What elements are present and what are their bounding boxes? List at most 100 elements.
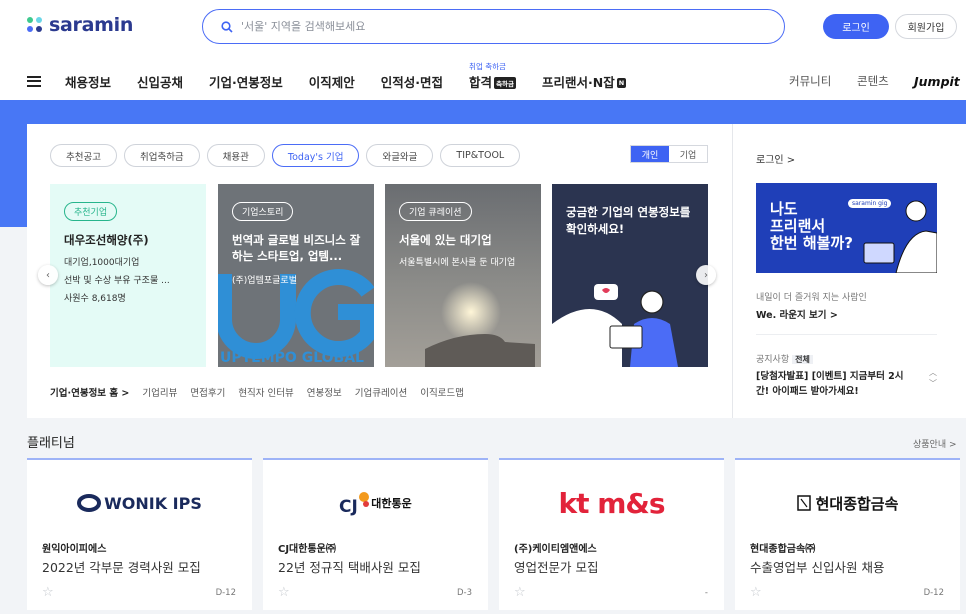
company-logo: kt m&s bbox=[499, 478, 724, 528]
search-icon bbox=[221, 20, 233, 33]
platinum-card[interactable]: CJ 대한통운 CJ대한통운㈜ 22년 정규직 택배사원 모집 ☆ D-3 bbox=[263, 458, 488, 610]
chip-bonus[interactable]: 취업축하금 bbox=[123, 144, 200, 167]
freelancer-illustration bbox=[863, 200, 937, 273]
today-company-panel: 추천공고 취업축하금 채용관 Today's 기업 와글와글 TIP&TOOL … bbox=[27, 124, 966, 418]
card-title: 서울에 있는 대기업 bbox=[399, 233, 492, 247]
sublink-curation[interactable]: 기업큐레이션 bbox=[355, 385, 407, 399]
card-tag: 기업 큐레이션 bbox=[399, 202, 472, 221]
we-lounge-link[interactable]: We. 라운지 보기 > bbox=[756, 307, 838, 321]
carousel-prev-icon[interactable]: ‹ bbox=[38, 265, 58, 285]
nav-item-pass[interactable]: 취업 축하금 합격 축하금 bbox=[469, 62, 517, 91]
login-button[interactable]: 로그인 bbox=[823, 14, 889, 39]
jumpit-logo[interactable]: Jumpit bbox=[914, 62, 960, 100]
notice-tag: 전체 bbox=[792, 355, 813, 364]
company-name: CJ대한통운㈜ bbox=[278, 544, 336, 555]
svg-text:CJ: CJ bbox=[339, 497, 358, 516]
job-title: 수출영업부 신입사원 채용 bbox=[750, 560, 885, 575]
carousel-next-icon[interactable]: › bbox=[696, 265, 716, 285]
category-chips: 추천공고 취업축하금 채용관 Today's 기업 와글와글 TIP&TOOL bbox=[50, 144, 521, 167]
sublink-employee-interviews[interactable]: 현직자 인터뷰 bbox=[238, 385, 293, 399]
nav-item-company-salary[interactable]: 기업·연봉정보 bbox=[209, 72, 283, 91]
platinum-card[interactable]: 현대종합금속 현대종합금속㈜ 수출영업부 신입사원 채용 ☆ D-12 bbox=[735, 458, 960, 610]
nav-item-freelancer[interactable]: 프리랜서·N잡 N bbox=[542, 72, 627, 91]
company-logo-text: kt m&s bbox=[558, 486, 665, 520]
platinum-card[interactable]: kt m&s (주)케이티엠앤에스 영업전문가 모집 ☆ - bbox=[499, 458, 724, 610]
menu-icon[interactable] bbox=[27, 75, 41, 87]
sublink-salary[interactable]: 연봉정보 bbox=[307, 385, 342, 399]
company-name: 현대종합금속㈜ bbox=[750, 544, 816, 555]
job-title: 2022년 각부문 경력사원 모집 bbox=[42, 560, 201, 575]
nav-contents[interactable]: 콘텐츠 bbox=[857, 62, 889, 100]
chip-recommended[interactable]: 추천공고 bbox=[50, 144, 117, 167]
search-bar[interactable] bbox=[202, 9, 785, 44]
card-recommended-company[interactable]: 추천기업 대우조선해양(주) 대기업,1000대기업 선박 및 수상 부유 구조… bbox=[50, 184, 206, 367]
platinum-card[interactable]: WONIK IPS 원익아이피에스 2022년 각부문 경력사원 모집 ☆ D-… bbox=[27, 458, 252, 610]
right-panel: 로그인 > 나도 프리랜서 한번 해볼까? saramin gig 내일이 더 … bbox=[732, 124, 966, 418]
product-info-link[interactable]: 상품안내 > bbox=[913, 437, 957, 450]
card-sub: (주)업템포글로벌 bbox=[232, 276, 297, 286]
notice-text[interactable]: [당첨자발표] [이벤트] 지금부터 2시간! 아이패드 받아가세요! bbox=[756, 369, 916, 399]
card-line: 사원수 8,618명 bbox=[64, 294, 126, 304]
main-nav: 채용정보 신입공채 기업·연봉정보 이직제안 인적성·면접 취업 축하금 합격 축… bbox=[27, 62, 652, 100]
card-curation[interactable]: 기업 큐레이션 서울에 있는 대기업 서울특별시에 본사를 둔 대기업 bbox=[385, 184, 541, 367]
sublink-interview-reviews[interactable]: 면접후기 bbox=[190, 385, 225, 399]
panel-login-link[interactable]: 로그인 > bbox=[756, 151, 795, 166]
dday-badge: D-12 bbox=[215, 588, 236, 598]
star-icon[interactable]: ☆ bbox=[278, 585, 290, 600]
nav-item-new-grad[interactable]: 신입공채 bbox=[137, 72, 183, 91]
chevron-up-icon[interactable]: ︿ bbox=[929, 367, 937, 378]
card-line: 선박 및 수상 부유 구조물 ... bbox=[64, 276, 170, 286]
toggle-company[interactable]: 기업 bbox=[669, 146, 707, 162]
wonik-logo-icon bbox=[77, 494, 102, 512]
cj-logo-icon: CJ bbox=[339, 492, 370, 516]
pass-top-note: 취업 축하금 bbox=[469, 61, 506, 71]
card-sub: 서울특별시에 본사를 둔 대기업 bbox=[399, 258, 516, 268]
card-salary-info[interactable]: 궁금한 기업의 연봉정보를 확인하세요! bbox=[552, 184, 708, 367]
sublink-roadmap[interactable]: 이직로드맵 bbox=[420, 385, 464, 399]
dday-badge: - bbox=[704, 588, 708, 598]
chip-community[interactable]: 와글와글 bbox=[366, 144, 434, 167]
star-icon[interactable]: ☆ bbox=[514, 585, 526, 600]
chip-tip-tool[interactable]: TIP&TOOL bbox=[440, 144, 521, 167]
nav-community[interactable]: 커뮤니티 bbox=[789, 62, 831, 100]
dday-badge: D-3 bbox=[456, 588, 472, 598]
join-button[interactable]: 회원가입 bbox=[895, 14, 957, 39]
chip-recruit-hall[interactable]: 채용관 bbox=[206, 144, 265, 167]
job-title: 영업전문가 모집 bbox=[514, 560, 599, 575]
star-icon[interactable]: ☆ bbox=[750, 585, 762, 600]
platinum-title: 플래티넘 bbox=[27, 436, 75, 451]
ad-subtitle: 내일이 더 즐거워 지는 사람인 bbox=[756, 293, 867, 303]
toggle-personal[interactable]: 개인 bbox=[631, 146, 669, 162]
nav-item-offers[interactable]: 이직제안 bbox=[309, 72, 355, 91]
card-company-story[interactable]: 기업스토리 번역과 글로벌 비즈니스 잘하는 스타트업, 업템... (주)업템… bbox=[218, 184, 374, 367]
dday-badge: D-12 bbox=[923, 588, 944, 598]
card-title: 대우조선해양(주) bbox=[64, 233, 149, 247]
saramin-logo[interactable]: saramin bbox=[27, 14, 133, 36]
company-logo-text: 대한통운 bbox=[371, 497, 412, 510]
person-laptop-illustration bbox=[552, 284, 678, 367]
nav-item-freelancer-label: 프리랜서·N잡 bbox=[542, 74, 615, 90]
star-icon[interactable]: ☆ bbox=[42, 585, 54, 600]
company-sublinks: 기업·연봉정보 홈 > 기업리뷰 면접후기 현직자 인터뷰 연봉정보 기업큐레이… bbox=[50, 385, 464, 399]
pass-badge: 축하금 bbox=[494, 77, 517, 89]
job-title: 22년 정규직 택배사원 모집 bbox=[278, 560, 421, 575]
company-logo: CJ 대한통운 bbox=[263, 478, 488, 528]
nav-item-pass-label: 합격 bbox=[469, 74, 493, 90]
chip-todays-company[interactable]: Today's 기업 bbox=[271, 144, 360, 167]
search-input[interactable] bbox=[241, 20, 741, 33]
notice-label: 공지사항 bbox=[756, 355, 790, 365]
divider bbox=[756, 334, 937, 335]
card-tag: 추천기업 bbox=[64, 202, 118, 221]
nav-item-aptitude-interview[interactable]: 인적성·면접 bbox=[381, 72, 443, 91]
notice-header: 공지사항 전체 bbox=[756, 352, 813, 365]
company-logo-text: WONIK IPS bbox=[104, 493, 202, 513]
notice-nav: ︿ ﹀ bbox=[929, 367, 937, 389]
card-title: 번역과 글로벌 비즈니스 잘하는 스타트업, 업템... bbox=[232, 233, 361, 263]
logo-text: saramin bbox=[49, 14, 134, 36]
sublink-reviews[interactable]: 기업리뷰 bbox=[142, 385, 177, 399]
nav-item-jobs[interactable]: 채용정보 bbox=[65, 72, 111, 91]
freelancer-ad-banner[interactable]: 나도 프리랜서 한번 해볼까? saramin gig bbox=[756, 183, 937, 273]
sublink-company-home[interactable]: 기업·연봉정보 홈 > bbox=[50, 385, 129, 399]
company-logo: 현대종합금속 bbox=[735, 478, 960, 528]
chevron-down-icon[interactable]: ﹀ bbox=[929, 378, 937, 389]
